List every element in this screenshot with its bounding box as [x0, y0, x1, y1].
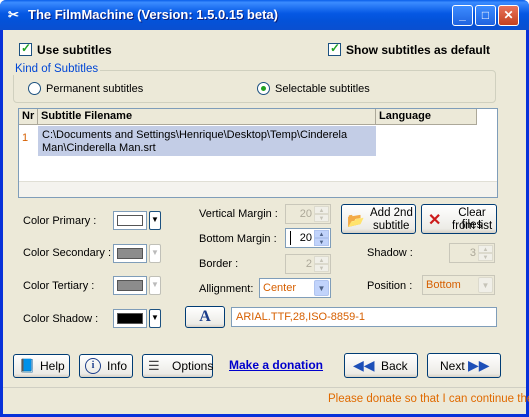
selectable-subtitles-label: Selectable subtitles: [275, 83, 370, 95]
use-subtitles-checkbox[interactable]: [19, 41, 32, 56]
color-secondary-dropdown[interactable]: [149, 244, 161, 263]
color-tertiary-label: Color Tertiary :: [23, 280, 95, 292]
color-shadow-swatch[interactable]: [113, 309, 147, 328]
border-spinner[interactable]: 2 ▲ ▼: [285, 254, 331, 274]
table-horizontal-scrollbar[interactable]: [19, 181, 497, 197]
folder-icon: 📂: [347, 212, 365, 228]
permanent-subtitles-radio[interactable]: [28, 82, 41, 95]
maximize-button[interactable]: □: [475, 5, 496, 26]
clear-files-button[interactable]: ✕ Clear files from list: [421, 204, 497, 234]
vertical-margin-spinner[interactable]: 20 ▲ ▼: [285, 204, 331, 224]
book-icon: 📘: [19, 358, 36, 373]
shadow-spinner[interactable]: 3 ▲ ▼: [449, 243, 495, 263]
use-subtitles-label: Use subtitles: [37, 43, 112, 57]
border-arrows[interactable]: ▲ ▼: [314, 256, 329, 272]
color-secondary-swatch[interactable]: [113, 244, 147, 263]
font-field[interactable]: ARIAL.TTF,28,ISO-8859-1: [231, 307, 497, 327]
options-button[interactable]: ☰ Options: [142, 354, 213, 378]
status-bar: Please donate so that I can continue the: [3, 387, 529, 411]
table-row[interactable]: 1 C:\Documents and Settings\Henrique\Des…: [19, 126, 477, 156]
text-cursor: [290, 231, 291, 245]
bottom-margin-label: Bottom Margin :: [199, 233, 277, 245]
bottom-margin-spinner[interactable]: 20 ▲ ▼: [285, 228, 331, 248]
alignment-label: Allignment:: [199, 283, 254, 295]
next-arrow-icon: ▶▶: [468, 357, 490, 373]
color-tertiary-dropdown[interactable]: [149, 276, 161, 295]
vertical-margin-arrows[interactable]: ▲ ▼: [314, 206, 329, 222]
show-default-checkbox[interactable]: [328, 41, 341, 56]
font-select-button[interactable]: A: [185, 306, 225, 328]
add-2nd-subtitle-button[interactable]: 📂 Add 2nd subtitle: [341, 204, 416, 234]
color-shadow-fill: [117, 313, 143, 324]
donation-status-text: Please donate so that I can continue the: [328, 393, 529, 405]
chevron-down-icon[interactable]: ▼: [478, 277, 493, 293]
color-primary-fill: [117, 215, 143, 226]
bottom-margin-arrows[interactable]: ▲ ▼: [314, 230, 329, 246]
color-primary-label: Color Primary :: [23, 215, 97, 227]
clear-files-line2: from list: [452, 220, 493, 232]
help-button[interactable]: 📘 Help: [13, 354, 70, 378]
main-window: ✂ The FilmMachine (Version: 1.5.0.15 bet…: [0, 0, 529, 417]
table-header-language[interactable]: Language: [376, 109, 477, 125]
add-2nd-line1: Add 2nd: [370, 207, 413, 219]
next-label: Next: [440, 359, 465, 373]
kind-of-subtitles-title: Kind of Subtitles: [13, 63, 101, 75]
row-filename-line2: Man\Cinderella Man.srt: [42, 142, 156, 154]
make-donation-link[interactable]: Make a donation: [229, 358, 323, 372]
vertical-margin-value: 20: [299, 208, 312, 220]
row-nr: 1: [22, 132, 29, 144]
color-tertiary-fill: [117, 280, 143, 291]
title-bar[interactable]: ✂ The FilmMachine (Version: 1.5.0.15 bet…: [0, 0, 529, 30]
position-value: Bottom: [426, 279, 461, 291]
help-label: Help: [40, 359, 65, 373]
show-default-label: Show subtitles as default: [346, 43, 491, 57]
color-shadow-dropdown[interactable]: [149, 309, 161, 328]
info-label: Info: [107, 359, 128, 373]
table-header-nr[interactable]: Nr: [19, 109, 38, 125]
table-header-filename[interactable]: Subtitle Filename: [38, 109, 376, 125]
options-list-icon: ☰: [148, 358, 160, 373]
options-label: Options: [172, 359, 214, 373]
shadow-value: 3: [469, 247, 476, 259]
shadow-arrows[interactable]: ▲ ▼: [478, 245, 493, 261]
alignment-value: Center: [263, 282, 297, 294]
vertical-margin-label: Vertical Margin :: [199, 208, 278, 220]
position-select[interactable]: Bottom ▼: [422, 275, 495, 295]
info-button[interactable]: i Info: [79, 354, 133, 378]
row-filename-line1: C:\Documents and Settings\Henrique\Deskt…: [42, 129, 348, 141]
back-button[interactable]: ◀◀ Back: [344, 353, 418, 378]
permanent-subtitles-label: Permanent subtitles: [46, 83, 144, 95]
chevron-down-icon[interactable]: ▼: [314, 280, 329, 296]
alignment-select[interactable]: Center ▼: [259, 278, 331, 298]
color-secondary-label: Color Secondary :: [23, 247, 112, 259]
delete-x-icon: ✕: [428, 212, 442, 229]
back-label: Back: [381, 359, 408, 373]
info-icon: i: [85, 358, 101, 374]
bottom-margin-value[interactable]: 20: [300, 232, 312, 244]
position-label: Position :: [367, 280, 413, 292]
color-secondary-fill: [117, 248, 143, 259]
font-value: ARIAL.TTF,28,ISO-8859-1: [236, 311, 365, 323]
filmmachine-app-icon: ✂: [8, 7, 19, 22]
subtitle-table[interactable]: Nr Subtitle Filename Language 1 C:\Docum…: [18, 108, 498, 198]
selectable-subtitles-radio[interactable]: [257, 82, 270, 95]
border-value: 2: [305, 258, 312, 270]
color-shadow-label: Color Shadow :: [23, 313, 99, 325]
minimize-button[interactable]: _: [452, 5, 473, 26]
row-filename-cell: C:\Documents and Settings\Henrique\Deskt…: [38, 126, 376, 156]
window-title: The FilmMachine (Version: 1.5.0.15 beta): [28, 7, 278, 22]
next-button[interactable]: Next ▶▶: [427, 353, 501, 378]
close-button[interactable]: ✕: [498, 5, 519, 26]
border-label: Border :: [199, 258, 239, 270]
color-primary-dropdown[interactable]: [149, 211, 161, 230]
shadow-label: Shadow :: [367, 247, 413, 259]
color-tertiary-swatch[interactable]: [113, 276, 147, 295]
color-primary-swatch[interactable]: [113, 211, 147, 230]
add-2nd-line2: subtitle: [373, 220, 410, 232]
back-arrow-icon: ◀◀: [353, 357, 375, 373]
